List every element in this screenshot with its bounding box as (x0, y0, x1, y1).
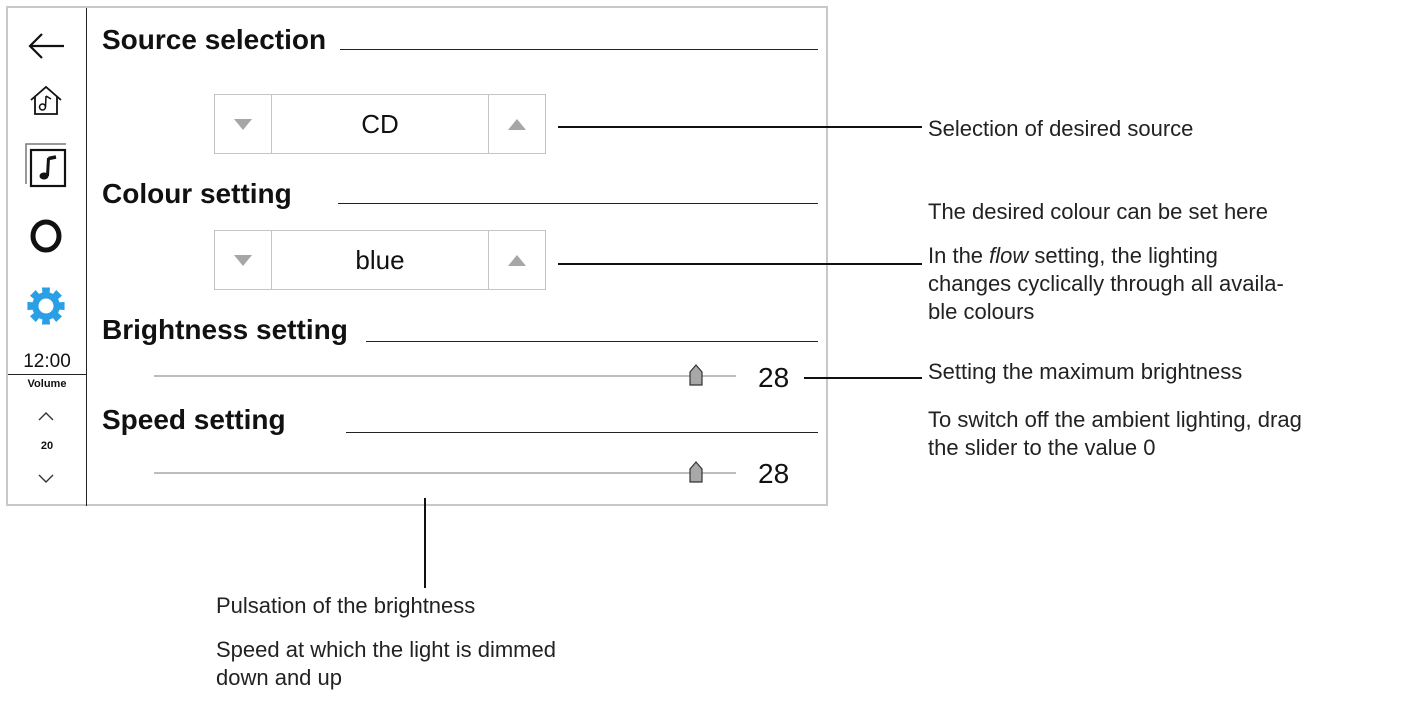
brightness-callout-line-2: the slider to the value 0 (928, 435, 1156, 460)
source-value: CD (361, 108, 399, 139)
gear-icon (27, 287, 65, 325)
colour-value: blue (355, 244, 405, 275)
clock: 12:00 (23, 351, 71, 372)
volume-label: Volume (27, 378, 67, 390)
ring-icon (30, 219, 62, 253)
chevron-up-icon (38, 412, 54, 421)
back-button[interactable] (8, 26, 84, 66)
brightness-callout-title: Setting the maximum brightness (928, 359, 1243, 384)
arrow-left-icon (28, 33, 64, 59)
triangle-up-icon (508, 118, 526, 130)
colour-callout-text: In the (928, 243, 990, 268)
colour-callout-emphasis: flow (989, 243, 1029, 268)
source-next-button[interactable] (488, 95, 545, 153)
brightness-heading: Brightness setting (102, 314, 348, 345)
triangle-up-icon (508, 254, 526, 266)
source-heading: Source selection (102, 24, 327, 55)
clock-divider (8, 374, 86, 375)
brightness-slider-thumb[interactable] (689, 364, 703, 386)
colour-callout-text: setting, the lighting (1028, 243, 1218, 268)
source-selector: CD (214, 94, 546, 154)
settings-button[interactable] (8, 282, 84, 330)
volume-down-button[interactable] (8, 466, 84, 490)
source-callout: Selection of desired source (928, 116, 1194, 141)
volume-up-button[interactable] (8, 404, 84, 428)
speed-callout-title: Pulsation of the brightness (216, 593, 476, 618)
colour-callout-title: The desired colour can be set here (928, 199, 1268, 224)
home-music-icon (30, 85, 62, 115)
brightness-heading-rule (366, 341, 818, 342)
sidebar-divider (86, 8, 87, 506)
brightness-callout-line-1: To switch off the ambient lighting, drag (928, 407, 1302, 432)
speed-slider-thumb[interactable] (689, 461, 703, 483)
colour-callout-line-3: ble colours (928, 299, 1035, 324)
triangle-down-icon (234, 254, 252, 266)
volume-value: 20 (40, 440, 54, 452)
speed-slider-track[interactable] (154, 472, 736, 474)
speed-heading: Speed setting (102, 404, 286, 435)
speed-callout-line-2: down and up (216, 665, 342, 690)
source-callout-line (558, 126, 922, 128)
colour-prev-button[interactable] (215, 231, 272, 289)
chevron-down-icon (38, 474, 54, 483)
speed-callout-line (424, 498, 426, 588)
speed-value: 28 (758, 458, 790, 489)
colour-selector: blue (214, 230, 546, 290)
colour-callout-line-1: In the flow setting, the lighting (928, 242, 1218, 270)
speed-callout-line-1: Speed at which the light is dimmed (216, 637, 556, 662)
colour-heading: Colour setting (102, 178, 292, 209)
brightness-callout-line (804, 377, 922, 379)
colour-callout-line-2: changes cyclically through all availa- (928, 271, 1284, 296)
music-note-icon (25, 143, 67, 188)
colour-heading-rule (338, 203, 818, 204)
source-heading-rule (340, 49, 818, 50)
brightness-slider-track[interactable] (154, 375, 736, 377)
media-button[interactable] (8, 138, 84, 192)
speed-heading-rule (346, 432, 818, 433)
home-button[interactable] (8, 82, 84, 120)
colour-callout-line (558, 263, 922, 265)
brightness-value: 28 (758, 362, 790, 393)
source-prev-button[interactable] (215, 95, 272, 153)
triangle-down-icon (234, 118, 252, 130)
ambient-button[interactable] (8, 213, 84, 259)
colour-next-button[interactable] (488, 231, 545, 289)
